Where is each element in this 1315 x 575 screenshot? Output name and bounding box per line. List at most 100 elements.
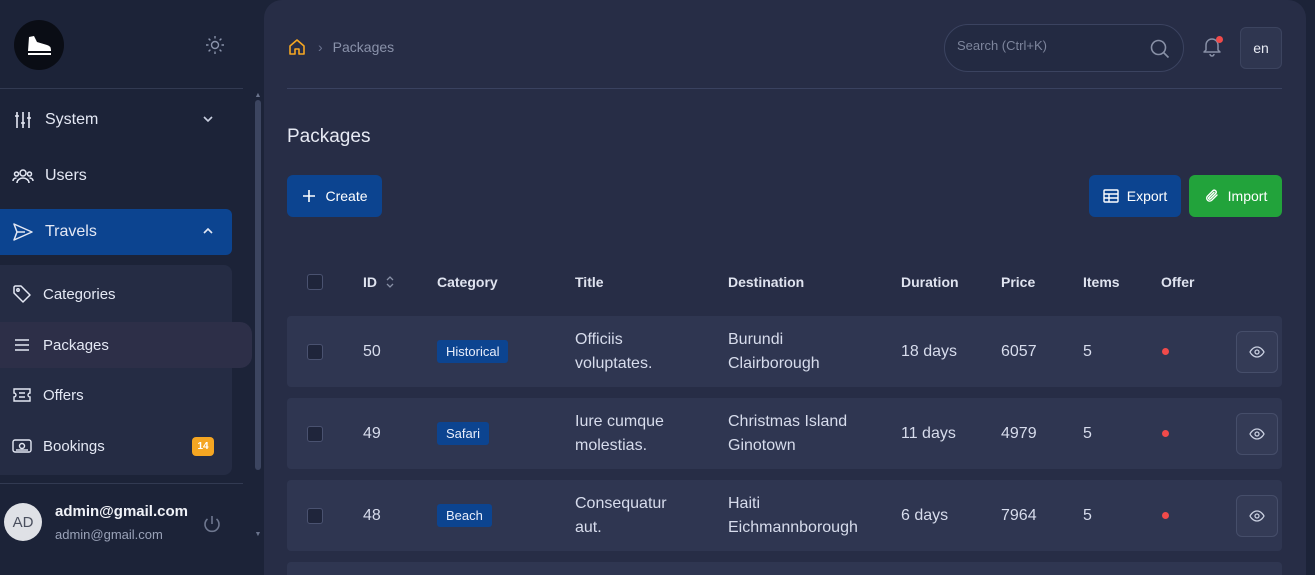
destination-cell: Burundi Clairborough [728,316,820,387]
column-header-title: Title [575,274,604,290]
destination-cell: Christmas Island Ginotown [728,398,847,469]
table-header: ID Category Title Destination Duration P… [287,262,1282,302]
eye-icon [1249,510,1265,522]
main-content: › Packages en Packages Create Export Imp… [264,0,1306,575]
sort-icon[interactable] [385,275,395,289]
scroll-up-icon[interactable]: ▲ [254,92,262,99]
price-cell: 7964 [1001,506,1037,524]
destination-line-2: Ginotown [728,436,796,454]
row-select-cell [307,398,323,469]
import-button[interactable]: Import [1189,175,1282,217]
offer-cell [1162,480,1169,551]
export-button[interactable]: Export [1089,175,1181,217]
sidebar-item-label: Categories [43,285,116,303]
avatar[interactable]: AD [4,503,42,541]
id-cell: 49 [363,424,381,442]
column-header-destination: Destination [728,274,805,290]
create-button[interactable]: Create [287,175,382,217]
table-row[interactable]: 50 Historical Officiis voluptates. Burun… [287,316,1282,387]
destination-line-2: Eichmannborough [728,518,858,536]
offer-status-dot [1162,430,1169,437]
language-button[interactable]: en [1240,27,1282,69]
search-icon[interactable] [1149,38,1171,60]
breadcrumb: › Packages [288,38,394,56]
sidebar-divider [0,88,243,89]
view-button[interactable] [1236,331,1278,373]
eye-icon [1249,428,1265,440]
sun-icon [206,36,224,54]
sidebar-item-travels[interactable]: Travels [0,209,232,255]
sliders-icon [12,109,34,131]
column-header-price: Price [1001,274,1036,290]
page-title: Packages [287,126,371,147]
logout-button[interactable] [201,513,223,535]
title-line-1: Consequatur [575,494,667,512]
offer-status-dot [1162,512,1169,519]
paperclip-icon [1204,188,1220,204]
sidebar-item-offers[interactable]: Offers [0,372,232,418]
duration-cell: 6 days [901,506,949,524]
user-profile: AD admin@gmail.com admin@gmail.com [0,495,243,555]
sidebar-item-categories[interactable]: Categories [0,271,232,317]
sidebar-item-system[interactable]: System [0,97,232,143]
sidebar-item-packages[interactable]: Packages [0,322,252,368]
title-cell: Consequatur aut. [575,480,667,551]
wallet-icon [12,436,32,456]
user-email: admin@gmail.com [55,527,163,542]
plus-icon [301,188,317,204]
title-line-1: Officiis [575,330,623,348]
breadcrumb-separator: › [318,39,323,55]
table-row[interactable]: 49 Safari Iure cumque molestias. Christm… [287,398,1282,469]
eye-icon [1249,346,1265,358]
category-cell: Safari [437,398,489,469]
theme-toggle-button[interactable] [203,33,227,57]
sidebar-item-label: Packages [43,336,109,354]
scroll-down-icon[interactable]: ▼ [254,531,262,538]
chevron-up-icon [200,223,216,239]
sidebar-divider [0,483,243,484]
sidebar: System Users Travels Categories Packages… [0,0,262,575]
travels-submenu: Categories Packages Offers Bookings 14 [0,265,252,475]
breadcrumb-current: Packages [332,39,395,55]
sidebar-item-bookings[interactable]: Bookings 14 [0,423,232,469]
search-box[interactable] [944,24,1184,72]
select-all-checkbox[interactable] [307,274,323,290]
search-input[interactable] [957,38,1137,53]
shoe-logo-icon [28,36,51,55]
category-tag: Safari [437,422,489,445]
destination-line-1: Burundi [728,330,784,348]
duration-cell: 11 days [901,424,956,442]
ticket-icon [12,385,32,405]
row-checkbox[interactable] [307,507,323,524]
row-checkbox[interactable] [307,425,323,442]
destination-line-1: Haiti [728,494,761,512]
title-line-2: aut. [575,518,602,536]
title-cell: Iure cumque molestias. [575,398,664,469]
view-button[interactable] [1236,495,1278,537]
power-icon [204,516,220,533]
offer-cell [1162,398,1169,469]
category-cell: Beach [437,480,492,551]
destination-cell: Haiti Eichmannborough [728,480,858,551]
app-logo[interactable] [14,20,64,70]
id-cell: 50 [363,342,381,360]
items-cell: 5 [1083,506,1092,524]
category-tag: Historical [437,340,509,363]
column-header-id[interactable]: ID [363,262,395,302]
chevron-down-icon [200,111,216,127]
row-checkbox[interactable] [307,343,323,360]
price-cell: 6057 [1001,342,1037,360]
column-header-items: Items [1083,274,1120,290]
title-line-1: Iure cumque [575,412,664,430]
title-line-2: molestias. [575,436,648,454]
sidebar-item-users[interactable]: Users [0,153,232,199]
table-row[interactable]: 48 Beach Consequatur aut. Haiti Eichmann… [287,480,1282,551]
tag-icon [12,284,32,304]
table-row[interactable] [287,562,1282,575]
sidebar-scrollbar[interactable] [255,100,261,470]
category-tag: Beach [437,504,492,527]
view-button[interactable] [1236,413,1278,455]
offer-status-dot [1162,348,1169,355]
home-icon[interactable] [288,38,306,56]
sidebar-item-label: Travels [45,223,97,240]
